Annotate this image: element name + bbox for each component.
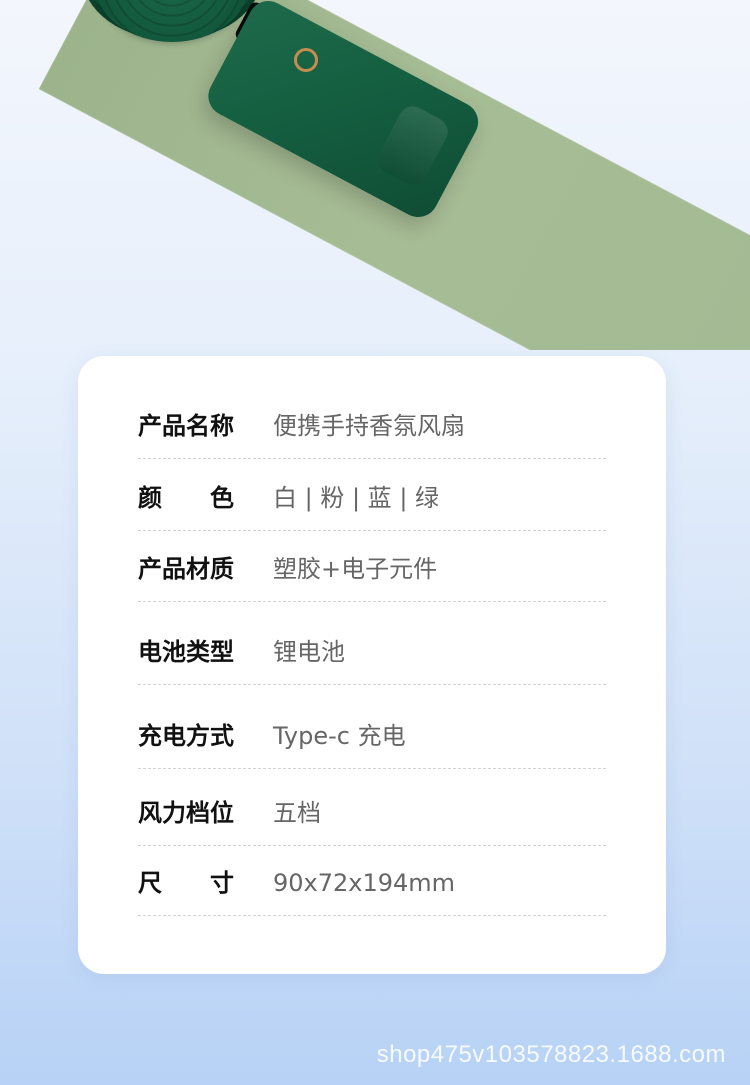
spec-value: 便携手持香氛风扇 xyxy=(273,412,465,440)
spec-value: 锂电池 xyxy=(273,638,345,666)
spec-label: 尺 寸 xyxy=(138,869,234,897)
spec-label: 电池类型 xyxy=(138,638,234,666)
fan-metal-ring xyxy=(294,48,318,72)
spec-value: Type-c 充电 xyxy=(273,722,406,750)
spec-divider xyxy=(138,601,606,602)
spec-divider xyxy=(138,684,606,685)
spec-card: 产品名称 便携手持香氛风扇 颜 色 白 | 粉 | 蓝 | 绿 产品材质 塑胶+… xyxy=(78,356,666,974)
spec-label: 颜 色 xyxy=(138,484,234,512)
watermark-text: shop475v103578823.1688.com xyxy=(376,1041,726,1068)
spec-value: 五档 xyxy=(273,799,321,827)
spec-value: 白 | 粉 | 蓝 | 绿 xyxy=(273,484,440,512)
spec-divider xyxy=(138,530,606,531)
spec-label: 风力档位 xyxy=(138,799,234,827)
product-image-area xyxy=(0,0,750,350)
spec-divider xyxy=(138,845,606,846)
spec-label: 产品材质 xyxy=(138,555,234,583)
spec-label: 充电方式 xyxy=(138,722,234,750)
spec-divider xyxy=(138,915,606,916)
spec-divider xyxy=(138,458,606,459)
spec-value: 90x72x194mm xyxy=(273,869,456,897)
spec-value: 塑胶+电子元件 xyxy=(273,555,438,583)
spec-divider xyxy=(138,768,606,769)
spec-label: 产品名称 xyxy=(138,412,234,440)
